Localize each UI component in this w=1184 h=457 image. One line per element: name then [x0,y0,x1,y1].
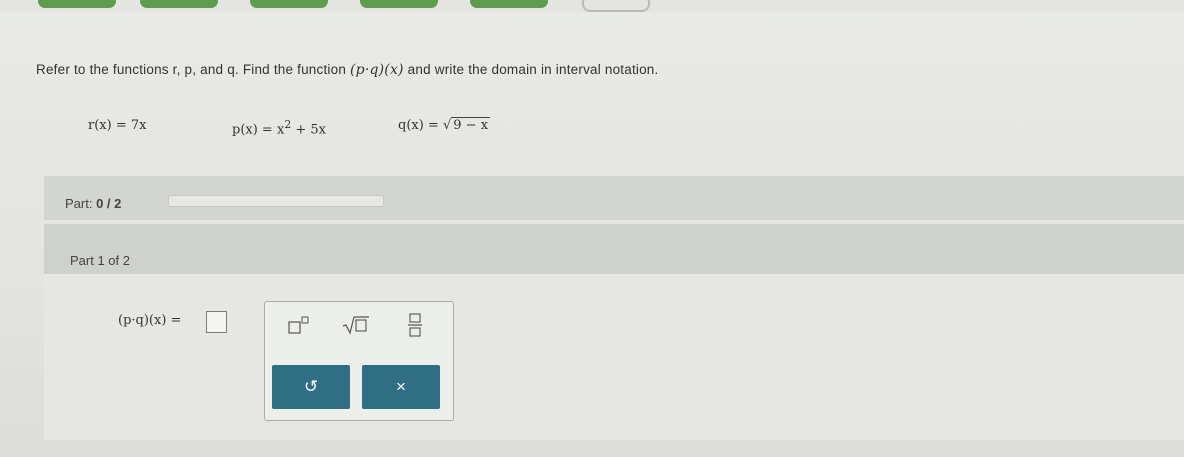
top-progress-pill [250,0,328,8]
top-progress-pill [38,0,116,8]
square-root-icon [342,316,369,335]
question-suffix: and write the domain in interval notatio… [407,62,659,77]
top-progress-pill [470,0,548,8]
reset-icon: ↺ [303,377,319,396]
clear-button[interactable]: × [362,365,440,409]
function-q-lhs: q(x) = [398,118,443,133]
part-progress-label: Part: 0 / 2 [65,196,121,211]
square-root-tool[interactable] [340,314,372,336]
exponent-tool[interactable] [284,314,314,336]
answer-input[interactable] [206,311,227,333]
function-p-tail: + 5x [291,122,326,138]
part-header-label: Part 1 of 2 [70,253,130,268]
function-p-lhs: p(x) = [232,122,277,138]
part-progress-count: 0 / 2 [96,196,122,211]
top-progress-pill [140,0,218,8]
question-text: Refer to the functions r, p, and q. Find… [36,62,658,78]
part-progress-track [168,195,384,207]
page: Refer to the functions r, p, and q. Find… [0,0,1184,457]
exponent-icon [288,316,309,334]
function-r-rhs: 7x [130,118,147,133]
reset-button[interactable]: ↺ [272,365,350,409]
question-function-expr: (p·q)(x) [350,62,404,78]
function-r: r(x) = 7x [88,118,146,133]
top-progress-pill-empty [582,0,650,12]
part-header [44,224,1184,274]
top-progress-strip [0,0,1184,12]
fraction-icon [408,313,422,337]
question-prefix: Refer to the functions r, p, and q. Find… [36,62,347,77]
answer-expression: (p·q)(x) = [118,313,182,328]
function-p: p(x) = x2 + 5x [232,118,326,137]
top-progress-pill [360,0,438,8]
function-q: q(x) = √ 9 − x [398,117,491,133]
function-q-radicand: 9 − x [451,117,491,133]
clear-icon: × [396,377,406,396]
fraction-tool[interactable] [404,311,426,339]
part-progress-label-text: Part: [65,196,93,211]
function-r-lhs: r(x) = [88,118,131,133]
answer-area [44,274,1184,440]
